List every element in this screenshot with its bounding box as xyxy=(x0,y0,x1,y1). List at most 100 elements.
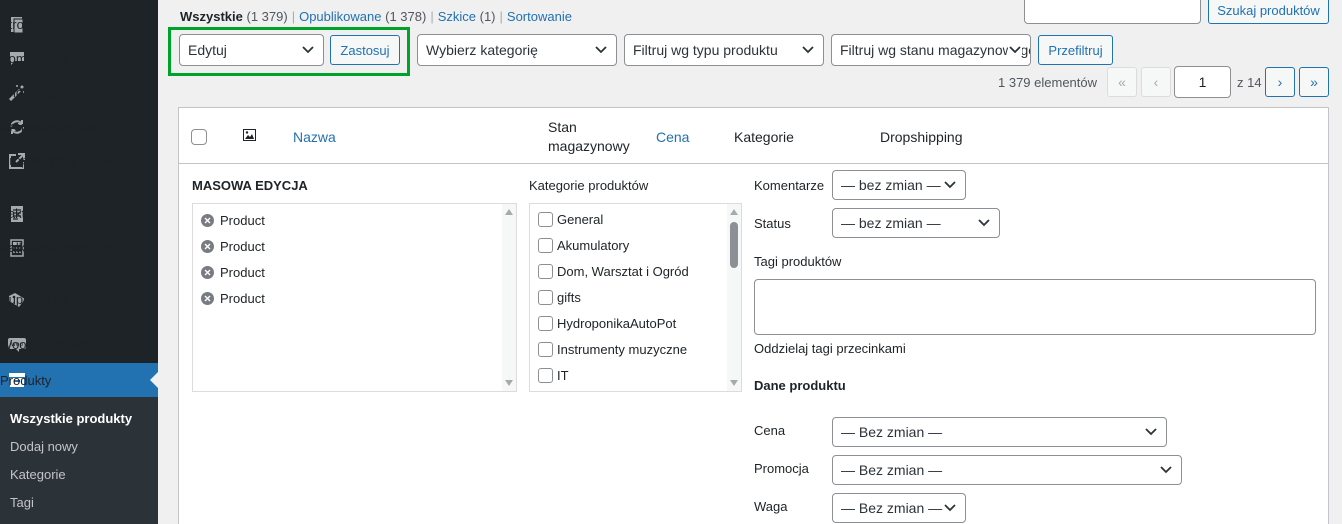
column-dropshipping: Dropshipping xyxy=(880,129,963,145)
column-price[interactable]: Cena xyxy=(656,129,689,145)
comments-select[interactable]: — bez zmian — xyxy=(832,170,966,200)
category-label: Instrumenty muzyczne xyxy=(557,342,688,357)
status-select[interactable]: — bez zmian — xyxy=(832,208,1000,238)
chevron-down-icon xyxy=(1145,428,1157,436)
category-checkbox[interactable] xyxy=(538,264,553,279)
table-header: Nazwa Stan magazynowy Cena Kategorie Dro… xyxy=(179,108,1328,164)
menu-label: ShopMagic xyxy=(0,85,66,100)
comments-label: Komentarze xyxy=(754,178,825,193)
product-type-filter-value: Filtruj wg typu produktu xyxy=(633,42,778,58)
active-arrow xyxy=(150,372,158,388)
scroll-up-arrow[interactable] xyxy=(730,209,738,215)
category-checkbox[interactable] xyxy=(538,342,553,357)
apply-button[interactable]: Zastosuj xyxy=(330,35,400,65)
scroll-up-arrow[interactable] xyxy=(505,209,513,215)
stock-filter-select[interactable]: Filtruj wg stanu magazynowego xyxy=(831,34,1031,66)
current-page-input[interactable]: 1 xyxy=(1174,66,1231,98)
product-name: Product xyxy=(220,291,265,306)
select-all-checkbox[interactable] xyxy=(191,129,207,145)
menu-item-shopmagic[interactable]: ShopMagic xyxy=(0,83,158,102)
list-item: Product xyxy=(201,239,265,254)
image-icon xyxy=(243,129,256,141)
first-page-button[interactable]: « xyxy=(1107,67,1137,97)
last-page-button[interactable]: » xyxy=(1299,67,1329,97)
category-item[interactable]: IT xyxy=(538,368,569,383)
menu-item-kupony-pdf[interactable]: Kupony PDF xyxy=(0,290,158,309)
weight-select[interactable]: — Bez zmian — xyxy=(832,493,966,523)
category-item[interactable]: General xyxy=(538,212,603,227)
tags-label: Tagi produktów xyxy=(754,254,842,269)
menu-item-produkty[interactable]: Produkty xyxy=(0,363,158,397)
price-label: Cena xyxy=(754,423,786,438)
menu-item-faktury[interactable]: Faktury xyxy=(0,204,158,223)
category-checkbox[interactable] xyxy=(538,290,553,305)
status-label: Status xyxy=(754,216,791,231)
category-label: IT xyxy=(557,368,569,383)
submenu-tags[interactable]: Tagi xyxy=(10,495,34,510)
product-name: Product xyxy=(220,213,265,228)
category-checkbox[interactable] xyxy=(538,212,553,227)
category-item[interactable]: Akumulatory xyxy=(538,238,629,253)
view-sorting[interactable]: Sortowanie xyxy=(507,9,572,24)
scroll-down-arrow[interactable] xyxy=(730,380,738,386)
menu-item-woocommerce[interactable]: woo WooCommerce xyxy=(0,335,158,352)
product-data-heading: Dane produktu xyxy=(754,378,846,393)
category-label: HydroponikaAutoPot xyxy=(557,316,677,331)
column-stock-line1: Stan xyxy=(548,119,577,135)
remove-icon[interactable] xyxy=(201,240,214,253)
products-table: Nazwa Stan magazynowy Cena Kategorie Dro… xyxy=(178,107,1329,524)
menu-item-komentarze[interactable]: Komentarze xyxy=(0,49,158,66)
category-item[interactable]: HydroponikaAutoPot xyxy=(538,316,676,331)
category-checkbox[interactable] xyxy=(538,238,553,253)
price-value: — Bez zmian — xyxy=(841,424,943,440)
scroll-down-arrow[interactable] xyxy=(505,380,513,386)
column-name[interactable]: Nazwa xyxy=(293,129,336,145)
sale-value: — Bez zmian — xyxy=(841,462,943,478)
view-all-count: (1 379) xyxy=(246,9,288,24)
menu-item-kalkulator[interactable]: Kalkulator jednostek xyxy=(0,238,158,257)
menu-label: Komentarze xyxy=(0,51,71,66)
scrollbar[interactable] xyxy=(727,204,741,391)
view-drafts[interactable]: Szkice xyxy=(438,9,476,24)
remove-icon[interactable] xyxy=(201,292,214,305)
status-value: — bez zmian — xyxy=(841,215,941,231)
column-stock-line2: magazynowy xyxy=(548,138,630,154)
search-input[interactable] xyxy=(1024,0,1201,24)
menu-label: Strony xyxy=(0,17,38,32)
view-drafts-count: (1) xyxy=(479,9,496,24)
admin-sidebar: Strony Komentarze ShopMagic Dropshipping… xyxy=(0,0,158,524)
category-label: gifts xyxy=(557,290,581,305)
scroll-thumb[interactable] xyxy=(730,222,738,268)
submenu-add-new[interactable]: Dodaj nowy xyxy=(10,439,78,454)
menu-label: Dropshipping Export xyxy=(0,153,118,168)
remove-icon[interactable] xyxy=(201,266,214,279)
category-filter-select[interactable]: Wybierz kategorię xyxy=(417,34,617,66)
sale-select[interactable]: — Bez zmian — xyxy=(832,455,1182,485)
submenu-categories[interactable]: Kategorie xyxy=(10,467,66,482)
category-item[interactable]: gifts xyxy=(538,290,581,305)
category-item[interactable]: Dom, Warsztat i Ogród xyxy=(538,264,689,279)
category-filter-value: Wybierz kategorię xyxy=(426,42,538,58)
menu-item-strony[interactable]: Strony xyxy=(0,15,158,34)
filter-button[interactable]: Przefiltruj xyxy=(1038,35,1113,65)
menu-item-dropshipping-xml[interactable]: Dropshipping XML xyxy=(0,117,158,136)
menu-item-dropshipping-export[interactable]: Dropshipping Export xyxy=(0,151,158,170)
next-page-button[interactable]: › xyxy=(1265,67,1295,97)
bulk-action-select[interactable]: Edytuj xyxy=(179,34,324,66)
scrollbar[interactable] xyxy=(502,204,516,391)
submenu-all-products[interactable]: Wszystkie produkty xyxy=(10,411,132,426)
product-type-filter-select[interactable]: Filtruj wg typu produktu xyxy=(624,34,824,66)
chevron-down-icon xyxy=(1008,45,1022,55)
tags-textarea[interactable] xyxy=(754,279,1316,335)
category-checkbox[interactable] xyxy=(538,368,553,383)
category-item[interactable]: Instrumenty muzyczne xyxy=(538,342,687,357)
prev-page-button[interactable]: ‹ xyxy=(1141,67,1171,97)
chevron-down-icon xyxy=(944,504,956,512)
remove-icon[interactable] xyxy=(201,214,214,227)
view-published[interactable]: Opublikowane xyxy=(299,9,381,24)
category-label: Akumulatory xyxy=(557,238,630,253)
price-select[interactable]: — Bez zmian — xyxy=(832,417,1167,447)
category-checkbox[interactable] xyxy=(538,316,553,331)
view-all[interactable]: Wszystkie xyxy=(180,9,243,24)
search-products-button[interactable]: Szukaj produktów xyxy=(1208,0,1329,24)
